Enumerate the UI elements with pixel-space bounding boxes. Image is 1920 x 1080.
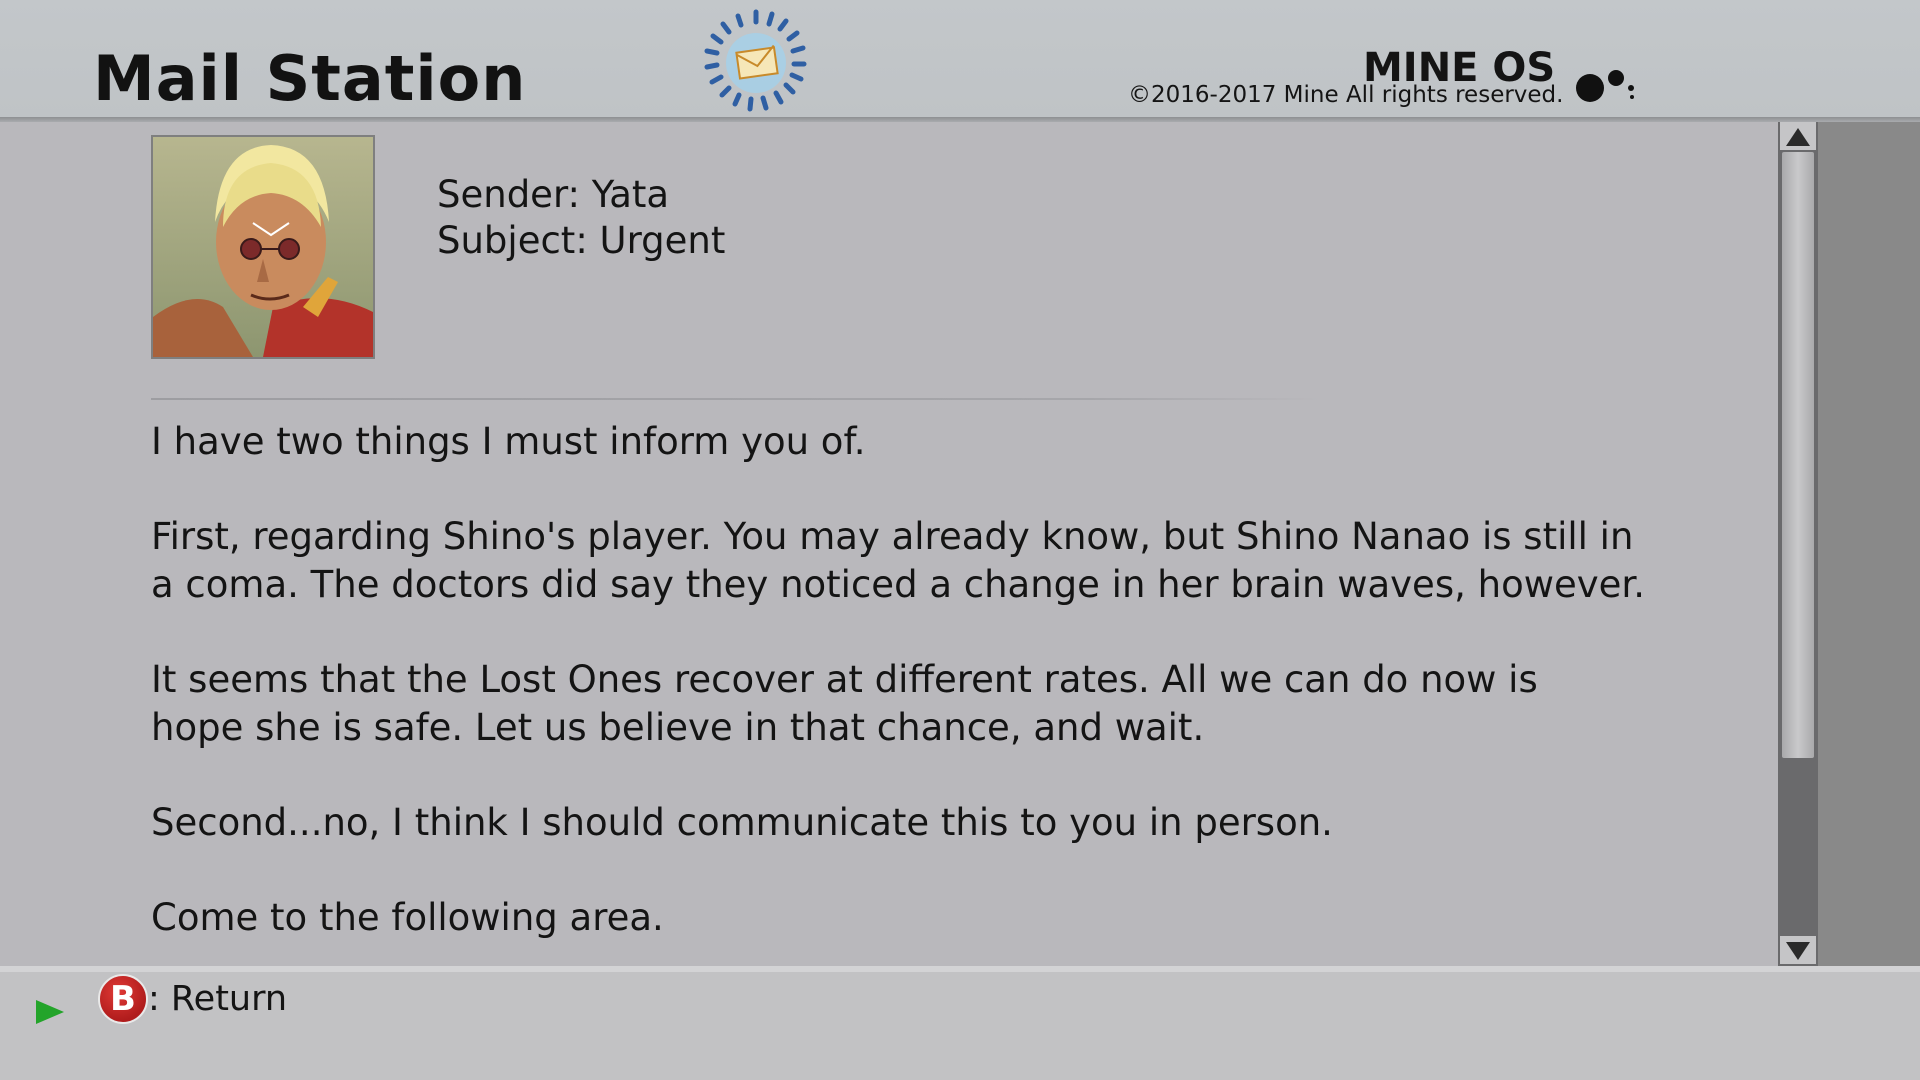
body-paragraph: It seems that the Lost Ones recover at d… <box>151 658 1538 749</box>
sender-avatar <box>151 135 375 359</box>
side-panel <box>1818 122 1920 966</box>
sender-portrait-icon <box>153 137 373 357</box>
b-button-icon[interactable]: B <box>98 974 148 1024</box>
page-title: Mail Station <box>93 42 527 115</box>
mail-body: I have two things I must inform you of. … <box>151 418 1671 989</box>
mail-header-info: Sender: Yata Subject: Urgent <box>437 172 725 264</box>
return-label[interactable]: : Return <box>148 978 287 1020</box>
body-paragraph: Second...no, I think I should communicat… <box>151 801 1333 844</box>
envelope-icon <box>704 9 807 112</box>
footer-bar <box>0 972 1920 1080</box>
header-divider-line <box>151 398 1321 400</box>
mine-os-dots-icon <box>1576 70 1634 102</box>
pointer-arrow-icon <box>36 1000 64 1024</box>
body-paragraph: I have two things I must inform you of. <box>151 420 866 463</box>
body-paragraph: Come to the following area. <box>151 896 664 939</box>
copyright-notice: ©2016-2017 Mine All rights reserved. <box>1128 82 1564 108</box>
scroll-down-arrow-icon[interactable] <box>1780 936 1816 964</box>
scrollbar-thumb[interactable] <box>1782 152 1814 758</box>
scroll-up-arrow-icon[interactable] <box>1780 122 1816 150</box>
sender-line: Sender: Yata <box>437 173 670 216</box>
body-paragraph: First, regarding Shino's player. You may… <box>151 515 1645 606</box>
subject-line: Subject: Urgent <box>437 219 726 262</box>
